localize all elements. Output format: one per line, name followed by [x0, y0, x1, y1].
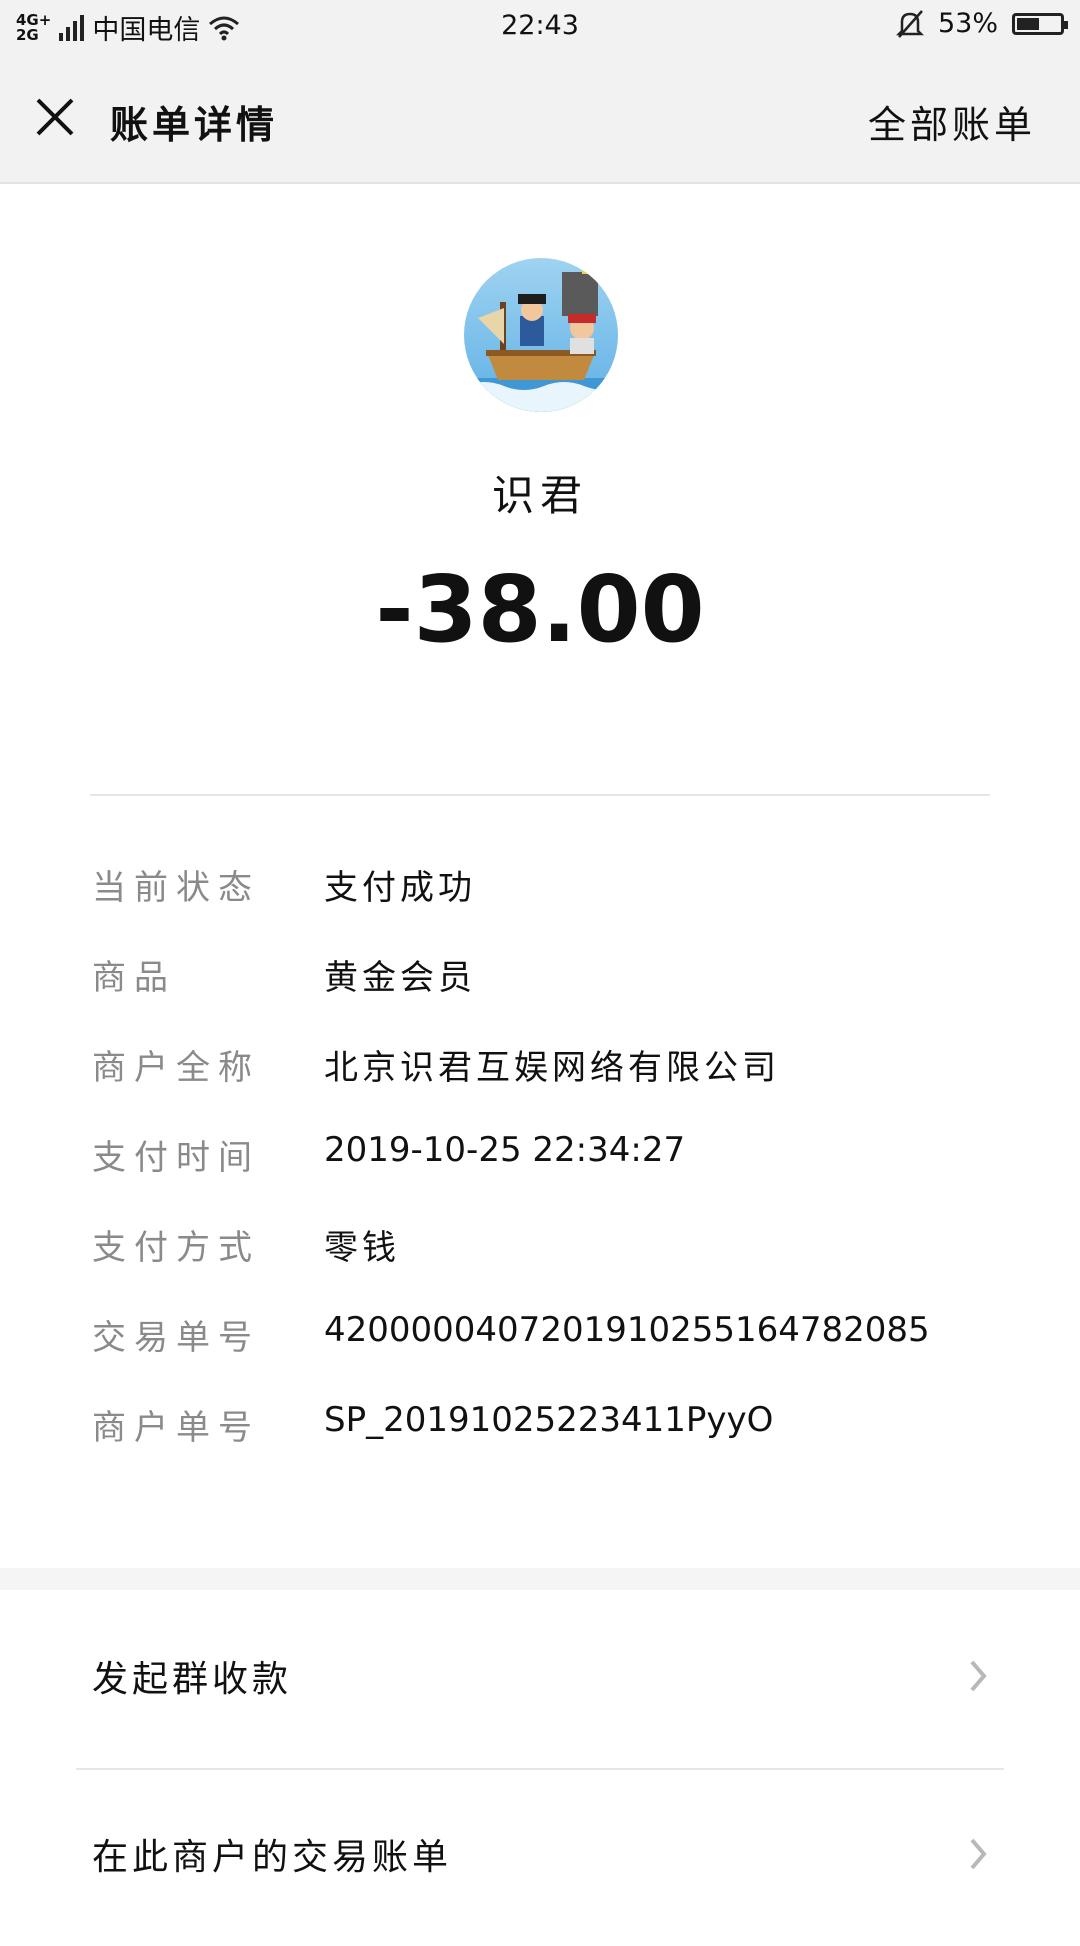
detail-value: 黄金会员 [324, 958, 476, 998]
battery-icon [1012, 12, 1068, 35]
battery-percent: 53% [937, 8, 998, 39]
detail-label: 商户单号 [92, 1408, 260, 1448]
detail-value: 北京识君互娱网络有限公司 [324, 1048, 780, 1088]
nav-bar: 账单详情 全部账单 [0, 52, 1080, 184]
detail-label: 支付时间 [92, 1138, 260, 1178]
status-right: 53% [895, 8, 1068, 39]
detail-label: 交易单号 [92, 1318, 260, 1358]
detail-row-merchant-fullname: 商户全称 北京识君互娱网络有限公司 [0, 1040, 1080, 1100]
group-collect-button[interactable]: 发起群收款 [0, 1592, 1080, 1768]
chevron-right-icon [970, 1660, 987, 1692]
detail-label: 当前状态 [92, 868, 260, 908]
battery-fill [1017, 17, 1039, 30]
status-bar: 4G+ 2G 中国电信 22:43 53% [0, 0, 1080, 52]
detail-row-merchant-order-id: 商户单号 SP_20191025223411PyyO [0, 1400, 1080, 1460]
detail-value: 零钱 [324, 1228, 400, 1268]
section-separator [0, 1568, 1080, 1590]
detail-value: 2019-10-25 22:34:27 [324, 1130, 686, 1170]
all-bills-link[interactable]: 全部账单 [868, 94, 1036, 149]
pirate-ship-image [464, 258, 618, 412]
merchant-avatar [464, 258, 618, 412]
detail-label: 商户全称 [92, 1048, 260, 1088]
detail-row-pay-time: 支付时间 2019-10-25 22:34:27 [0, 1130, 1080, 1190]
merchant-name: 识君 [491, 471, 588, 520]
detail-value[interactable]: 4200000407201910255164782085 [324, 1310, 930, 1350]
detail-row-status: 当前状态 支付成功 [0, 860, 1080, 920]
detail-value[interactable]: SP_20191025223411PyyO [324, 1400, 773, 1440]
detail-value: 支付成功 [324, 868, 476, 908]
detail-row-pay-method: 支付方式 零钱 [0, 1220, 1080, 1280]
detail-row-product: 商品 黄金会员 [0, 950, 1080, 1010]
divider [90, 794, 990, 796]
close-button[interactable] [30, 92, 80, 142]
detail-label: 支付方式 [92, 1228, 260, 1268]
bell-muted-icon [895, 9, 924, 38]
action-label: 发起群收款 [92, 1659, 293, 1700]
detail-label: 商品 [92, 958, 176, 998]
payment-amount: -38.00 [375, 556, 705, 663]
chevron-right-icon [970, 1838, 987, 1870]
action-label: 在此商户的交易账单 [92, 1837, 453, 1878]
close-icon [36, 98, 74, 136]
page-title: 账单详情 [110, 103, 279, 147]
detail-row-transaction-id: 交易单号 4200000407201910255164782085 [0, 1310, 1080, 1370]
